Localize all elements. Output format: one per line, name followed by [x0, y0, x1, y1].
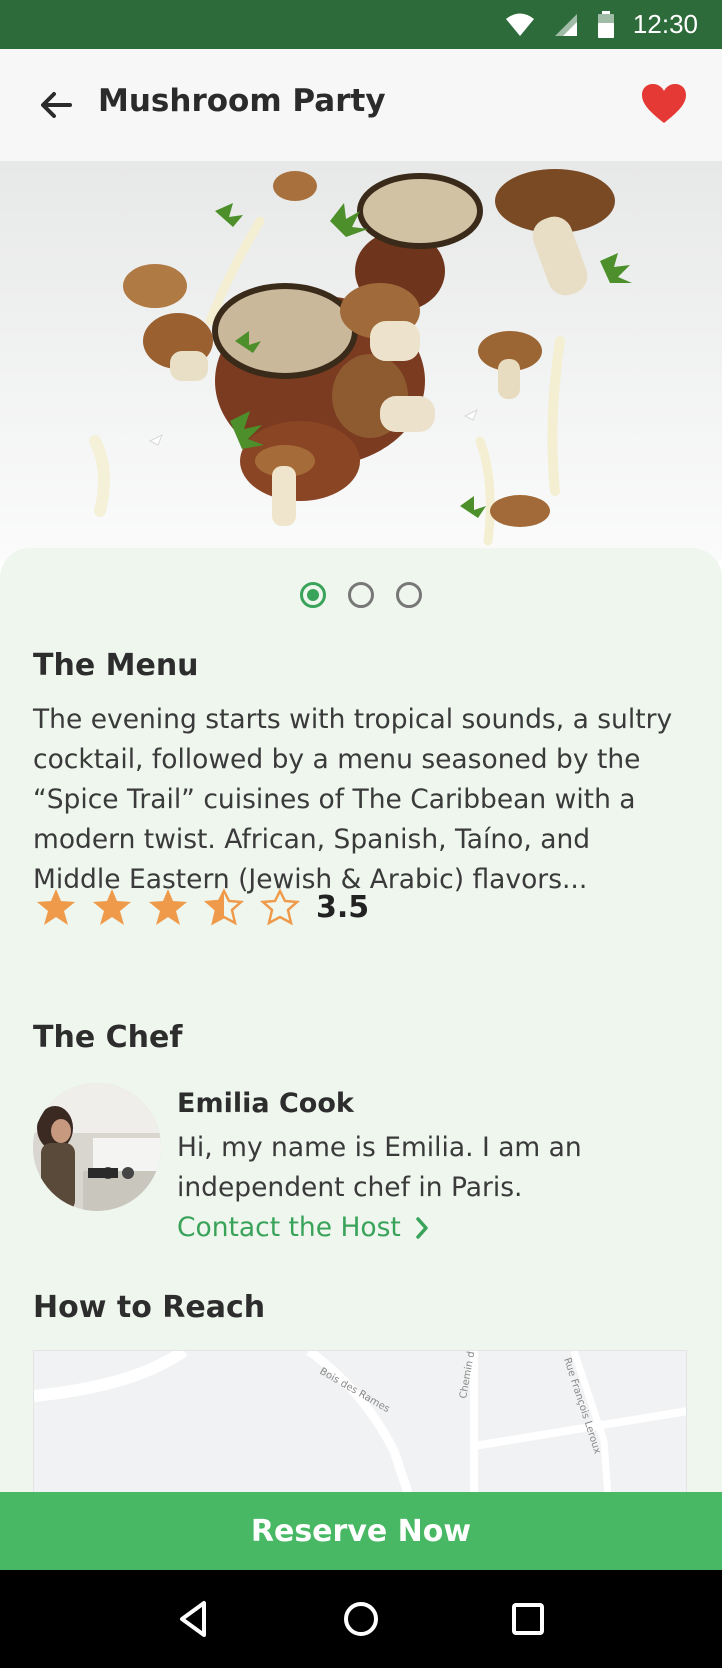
- mushroom-dish-illustration: [89, 169, 632, 546]
- status-bar: 12:30: [0, 0, 722, 49]
- reserve-now-button[interactable]: Reserve Now: [0, 1492, 722, 1570]
- menu-heading: The Menu: [33, 648, 199, 683]
- star-empty-icon: [260, 888, 300, 926]
- map-roads: Bois des Rames Chemin du Rue François Le…: [34, 1351, 686, 1492]
- chef-avatar[interactable]: [33, 1083, 161, 1211]
- home-circle-icon[interactable]: [339, 1597, 383, 1641]
- hero-image[interactable]: [0, 161, 722, 561]
- battery-icon: [597, 10, 614, 38]
- location-map[interactable]: Bois des Rames Chemin du Rue François Le…: [33, 1350, 687, 1492]
- chef-name: Emilia Cook: [177, 1088, 354, 1119]
- signal-icon: [554, 13, 577, 36]
- status-time: 12:30: [632, 9, 698, 39]
- contact-host-label: Contact the Host: [177, 1212, 401, 1243]
- reach-heading: How to Reach: [33, 1290, 266, 1325]
- gallery-dot-2[interactable]: [348, 582, 374, 608]
- system-nav-bar: [0, 1570, 722, 1668]
- recents-square-icon[interactable]: [506, 1597, 550, 1641]
- chef-heading: The Chef: [33, 1020, 183, 1055]
- arrow-left-icon[interactable]: [36, 85, 76, 125]
- gallery-indicator: [0, 582, 722, 608]
- gallery-dot-3[interactable]: [396, 582, 422, 608]
- chef-photo: [33, 1083, 161, 1211]
- star-full-icon: [93, 889, 131, 925]
- gallery-dot-1[interactable]: [300, 582, 326, 608]
- details-sheet: The Menu The evening starts with tropica…: [0, 548, 722, 1492]
- star-full-icon: [149, 889, 187, 925]
- contact-host-link[interactable]: Contact the Host: [177, 1212, 429, 1243]
- star-half-icon: [204, 888, 244, 926]
- app-bar: Mushroom Party: [0, 49, 722, 161]
- back-triangle-icon[interactable]: [172, 1597, 216, 1641]
- star-full-icon: [37, 889, 75, 925]
- heart-icon[interactable]: [641, 83, 687, 125]
- page-title: Mushroom Party: [98, 83, 386, 119]
- rating-value: 3.5: [316, 889, 370, 925]
- menu-description: The evening starts with tropical sounds,…: [33, 704, 673, 895]
- chef-bio: Hi, my name is Emilia. I am an independe…: [177, 1132, 582, 1203]
- wifi-icon: [505, 13, 534, 36]
- rating: 3.5: [36, 888, 369, 926]
- chevron-right-icon: [416, 1216, 428, 1239]
